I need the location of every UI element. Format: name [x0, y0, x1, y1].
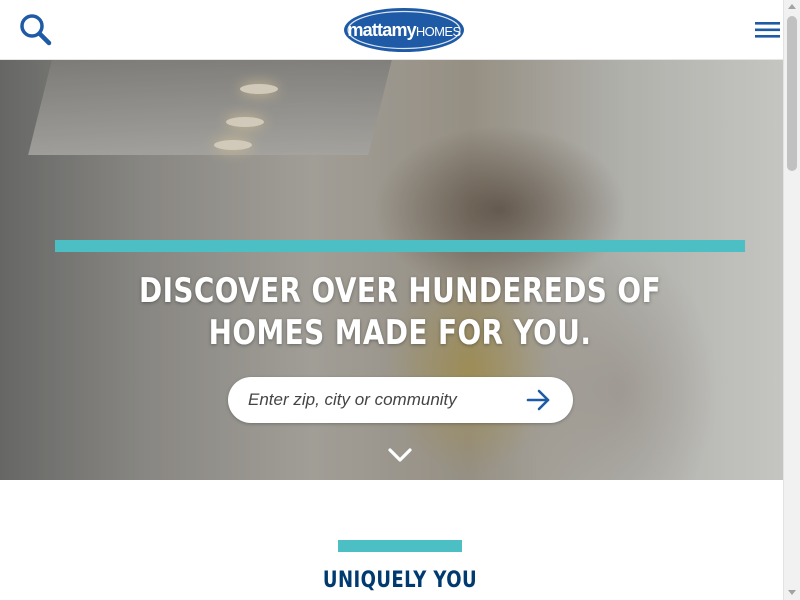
scroll-down-arrow-icon[interactable]: [788, 590, 796, 595]
hero-accent-bar: [55, 240, 745, 252]
page-scrollbar[interactable]: [783, 0, 800, 600]
site-header: mattamy HOMES: [0, 0, 783, 60]
mattamy-homes-logo[interactable]: mattamy HOMES: [343, 7, 465, 53]
hero-banner: DISCOVER OVER HUNDEREDS OF HOMES MADE FO…: [0, 60, 783, 480]
search-icon: [20, 14, 52, 46]
logo-wordmark: mattamy HOMES: [343, 7, 465, 53]
hamburger-menu-icon: [755, 22, 780, 38]
scroll-up-arrow-icon[interactable]: [788, 4, 796, 9]
menu-button[interactable]: [752, 16, 782, 44]
search-button[interactable]: [18, 12, 54, 48]
section-title: UNIQUELY YOU: [322, 568, 478, 593]
location-search-input[interactable]: [248, 386, 518, 414]
section-accent-bar: [338, 540, 462, 552]
scrollbar-thumb[interactable]: [787, 16, 797, 171]
arrow-right-icon: [526, 389, 550, 411]
logo-brand-sub: HOMES: [415, 24, 461, 39]
scroll-down-button[interactable]: [386, 444, 414, 466]
chevron-down-icon: [388, 448, 412, 462]
location-search-box: [228, 377, 573, 423]
search-submit-button[interactable]: [524, 386, 554, 414]
page: mattamy HOMES DISCOVER OVER HUNDEREDS OF …: [0, 0, 783, 600]
hero-title: DISCOVER OVER HUNDEREDS OF HOMES MADE FO…: [139, 271, 661, 353]
logo-brand-main: mattamy: [347, 19, 416, 40]
